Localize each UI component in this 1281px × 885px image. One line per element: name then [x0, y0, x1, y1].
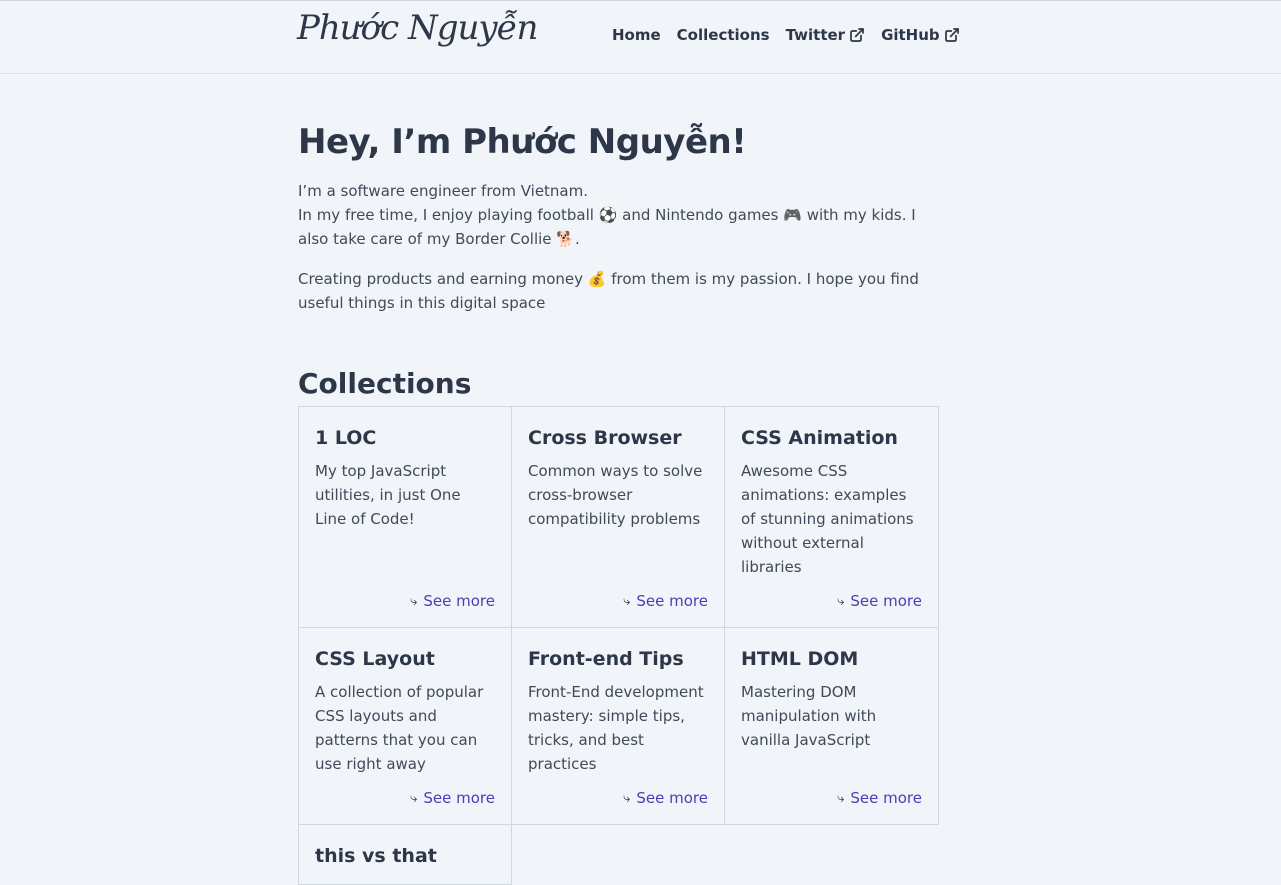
arrow-return-icon: ⤷	[623, 790, 631, 806]
collection-description: A collection of popular CSS layouts and …	[315, 683, 484, 773]
collection-card-css-animation: CSS Animation Awesome CSS animations: ex…	[724, 406, 939, 628]
see-more-link[interactable]: ⤷ See more	[623, 789, 708, 807]
see-more-label: See more	[850, 789, 922, 807]
see-more-label: See more	[636, 789, 708, 807]
arrow-return-icon: ⤷	[410, 790, 418, 806]
collection-title: HTML DOM	[741, 648, 859, 670]
collection-title: Cross Browser	[528, 427, 682, 449]
collection-title: Front-end Tips	[528, 648, 684, 670]
collection-description: Awesome CSS animations: examples of stun…	[741, 462, 914, 576]
collection-card-1loc: 1 LOC My top JavaScript utilities, in ju…	[298, 406, 512, 628]
arrow-return-icon: ⤷	[410, 593, 418, 609]
nav-home-link[interactable]: Home	[612, 26, 661, 44]
external-link-icon	[944, 28, 959, 42]
site-header: Phước Nguyễn Home Collections Twitter Gi…	[0, 1, 1281, 74]
collection-title: CSS Layout	[315, 648, 435, 670]
collections-heading: Collections	[298, 367, 472, 400]
intro-line-3: Creating products and earning money 💰 fr…	[298, 270, 919, 312]
page-title: Hey, I’m Phước Nguyễn!	[298, 122, 747, 162]
collection-description: Common ways to solve cross-browser compa…	[528, 462, 703, 528]
collection-description: Front-End development mastery: simple ti…	[528, 683, 704, 773]
intro-section: Hey, I’m Phước Nguyễn! I’m a software en…	[298, 120, 938, 315]
collection-card-html-dom: HTML DOM Mastering DOM manipulation with…	[724, 627, 939, 825]
arrow-return-icon: ⤷	[837, 790, 845, 806]
collection-card-css-layout: CSS Layout A collection of popular CSS l…	[298, 627, 512, 825]
nav-collections-link[interactable]: Collections	[677, 26, 770, 44]
see-more-link[interactable]: ⤷ See more	[837, 789, 922, 807]
nav-home-label: Home	[612, 26, 661, 44]
nav-collections-label: Collections	[676, 26, 770, 44]
see-more-label: See more	[636, 592, 708, 610]
nav-github-label: GitHub	[881, 26, 940, 44]
collection-card-frontend-tips: Front-end Tips Front-End development mas…	[511, 627, 725, 825]
intro-line-2: In my free time, I enjoy playing footbal…	[298, 206, 916, 248]
nav-twitter-link[interactable]: Twitter	[786, 26, 866, 44]
intro-line-1: I’m a software engineer from Vietnam.	[298, 182, 589, 200]
collection-description: Mastering DOM manipulation with vanilla …	[741, 683, 877, 749]
see-more-link[interactable]: ⤷ See more	[410, 789, 495, 807]
collection-title: 1 LOC	[315, 427, 377, 449]
nav-twitter-label: Twitter	[785, 26, 846, 44]
main-nav: Home Collections Twitter GitHub	[612, 26, 960, 44]
collection-description: My top JavaScript utilities, in just One…	[315, 462, 461, 528]
nav-github-link[interactable]: GitHub	[881, 26, 960, 44]
collection-title: this vs that	[315, 845, 437, 867]
site-logo[interactable]: Phước Nguyễn	[297, 8, 538, 48]
external-link-icon	[850, 28, 864, 42]
collection-card-cross-browser: Cross Browser Common ways to solve cross…	[511, 406, 725, 628]
see-more-label: See more	[423, 592, 495, 610]
collections-grid: 1 LOC My top JavaScript utilities, in ju…	[298, 406, 939, 885]
see-more-label: See more	[423, 789, 495, 807]
collection-card-this-vs-that: this vs that	[298, 824, 512, 885]
see-more-label: See more	[850, 592, 922, 610]
arrow-return-icon: ⤷	[623, 593, 631, 609]
collection-title: CSS Animation	[741, 427, 898, 449]
arrow-return-icon: ⤷	[837, 593, 845, 609]
intro-text: I’m a software engineer from Vietnam. In…	[298, 179, 938, 315]
see-more-link[interactable]: ⤷ See more	[410, 592, 495, 610]
see-more-link[interactable]: ⤷ See more	[837, 592, 922, 610]
see-more-link[interactable]: ⤷ See more	[623, 592, 708, 610]
